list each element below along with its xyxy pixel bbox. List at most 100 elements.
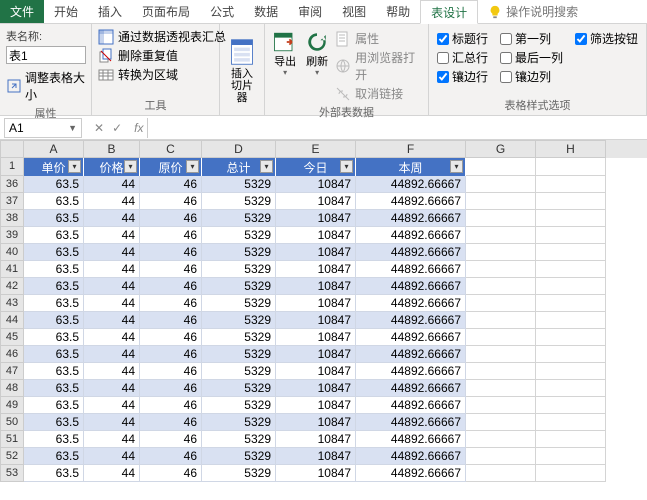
row-header[interactable]: 45 bbox=[0, 329, 24, 346]
tab-help[interactable]: 帮助 bbox=[376, 0, 420, 23]
cell[interactable]: 5329 bbox=[202, 295, 276, 312]
cell[interactable]: 63.5 bbox=[24, 261, 84, 278]
cell[interactable]: 63.5 bbox=[24, 227, 84, 244]
unlink-button[interactable]: 取消链接 bbox=[335, 85, 422, 102]
cell[interactable]: 46 bbox=[140, 295, 202, 312]
cell[interactable] bbox=[466, 210, 536, 227]
cell[interactable]: 44 bbox=[84, 227, 140, 244]
cell[interactable] bbox=[536, 312, 606, 329]
cell[interactable]: 5329 bbox=[202, 210, 276, 227]
col-header-H[interactable]: H bbox=[536, 140, 606, 158]
cell[interactable]: 5329 bbox=[202, 465, 276, 482]
cell[interactable]: 63.5 bbox=[24, 346, 84, 363]
cell[interactable]: 44 bbox=[84, 380, 140, 397]
cell[interactable] bbox=[466, 380, 536, 397]
cell[interactable] bbox=[466, 346, 536, 363]
chk-last-col[interactable]: 最后一列 bbox=[500, 49, 563, 66]
cell[interactable] bbox=[466, 295, 536, 312]
cell[interactable] bbox=[536, 278, 606, 295]
cell[interactable]: 44 bbox=[84, 210, 140, 227]
cell[interactable]: 44892.66667 bbox=[356, 346, 466, 363]
cell[interactable]: 44 bbox=[84, 193, 140, 210]
cell[interactable]: 44 bbox=[84, 363, 140, 380]
cell[interactable]: 46 bbox=[140, 465, 202, 482]
cell[interactable]: 44892.66667 bbox=[356, 176, 466, 193]
cell[interactable]: 44892.66667 bbox=[356, 227, 466, 244]
table-header-cell[interactable]: 今日▾ bbox=[276, 158, 356, 176]
cell[interactable]: 44892.66667 bbox=[356, 312, 466, 329]
cell[interactable]: 63.5 bbox=[24, 210, 84, 227]
name-box-dropdown-icon[interactable]: ▼ bbox=[68, 123, 77, 133]
cell[interactable]: 44892.66667 bbox=[356, 465, 466, 482]
cell[interactable]: 10847 bbox=[276, 414, 356, 431]
cell[interactable]: 44892.66667 bbox=[356, 329, 466, 346]
cell[interactable]: 46 bbox=[140, 227, 202, 244]
cell[interactable]: 5329 bbox=[202, 244, 276, 261]
row-header[interactable]: 1 bbox=[0, 158, 24, 176]
row-header[interactable]: 44 bbox=[0, 312, 24, 329]
row-header[interactable]: 38 bbox=[0, 210, 24, 227]
row-header[interactable]: 42 bbox=[0, 278, 24, 295]
cell[interactable] bbox=[536, 244, 606, 261]
cell[interactable]: 63.5 bbox=[24, 414, 84, 431]
row-header[interactable]: 47 bbox=[0, 363, 24, 380]
chk-first-col-box[interactable] bbox=[500, 33, 512, 45]
tab-view[interactable]: 视图 bbox=[332, 0, 376, 23]
cell[interactable] bbox=[466, 158, 536, 176]
resize-table-button[interactable]: 调整表格大小 bbox=[6, 69, 85, 103]
formula-bar[interactable] bbox=[147, 118, 647, 138]
enter-formula-icon[interactable]: ✓ bbox=[112, 121, 122, 135]
cell[interactable]: 44 bbox=[84, 346, 140, 363]
chk-header-row[interactable]: 标题行 bbox=[437, 30, 488, 47]
row-header[interactable]: 37 bbox=[0, 193, 24, 210]
cell[interactable]: 10847 bbox=[276, 227, 356, 244]
cell[interactable]: 10847 bbox=[276, 448, 356, 465]
cell[interactable] bbox=[466, 176, 536, 193]
chk-total-row-box[interactable] bbox=[437, 52, 449, 64]
cell[interactable]: 63.5 bbox=[24, 448, 84, 465]
cell[interactable] bbox=[466, 312, 536, 329]
cell[interactable]: 46 bbox=[140, 363, 202, 380]
cell[interactable]: 63.5 bbox=[24, 312, 84, 329]
cell[interactable]: 10847 bbox=[276, 261, 356, 278]
open-browser-button[interactable]: 用浏览器打开 bbox=[335, 49, 422, 83]
col-header-F[interactable]: F bbox=[356, 140, 466, 158]
cell[interactable] bbox=[536, 295, 606, 312]
cell[interactable]: 46 bbox=[140, 193, 202, 210]
cell[interactable] bbox=[536, 210, 606, 227]
export-button[interactable]: 导出 ▾ bbox=[271, 28, 299, 102]
cell[interactable]: 63.5 bbox=[24, 295, 84, 312]
cell[interactable]: 44 bbox=[84, 176, 140, 193]
cell[interactable]: 5329 bbox=[202, 346, 276, 363]
table-header-cell[interactable]: 单价▾ bbox=[24, 158, 84, 176]
cell[interactable]: 10847 bbox=[276, 312, 356, 329]
cell[interactable]: 44 bbox=[84, 329, 140, 346]
cell[interactable]: 44892.66667 bbox=[356, 363, 466, 380]
cell[interactable]: 5329 bbox=[202, 448, 276, 465]
cell[interactable] bbox=[466, 465, 536, 482]
cell[interactable]: 44892.66667 bbox=[356, 193, 466, 210]
cell[interactable]: 5329 bbox=[202, 278, 276, 295]
cell[interactable]: 46 bbox=[140, 329, 202, 346]
cell[interactable]: 44892.66667 bbox=[356, 261, 466, 278]
cell[interactable] bbox=[536, 193, 606, 210]
chk-total-row[interactable]: 汇总行 bbox=[437, 49, 488, 66]
cell[interactable] bbox=[536, 261, 606, 278]
cell[interactable]: 44 bbox=[84, 431, 140, 448]
cell[interactable]: 46 bbox=[140, 414, 202, 431]
cell[interactable] bbox=[466, 261, 536, 278]
insert-slicer-button[interactable]: 插入 切片器 bbox=[226, 38, 258, 104]
cell[interactable]: 44892.66667 bbox=[356, 397, 466, 414]
col-header-D[interactable]: D bbox=[202, 140, 276, 158]
tab-data[interactable]: 数据 bbox=[244, 0, 288, 23]
row-header[interactable]: 40 bbox=[0, 244, 24, 261]
tab-file[interactable]: 文件 bbox=[0, 0, 44, 23]
chk-filter[interactable]: 筛选按钮 bbox=[575, 30, 638, 47]
cell[interactable] bbox=[466, 363, 536, 380]
cell[interactable] bbox=[466, 227, 536, 244]
cell[interactable] bbox=[466, 329, 536, 346]
cell[interactable]: 46 bbox=[140, 261, 202, 278]
col-header-E[interactable]: E bbox=[276, 140, 356, 158]
export-dropdown-icon[interactable]: ▾ bbox=[283, 68, 287, 77]
tab-layout[interactable]: 页面布局 bbox=[132, 0, 200, 23]
